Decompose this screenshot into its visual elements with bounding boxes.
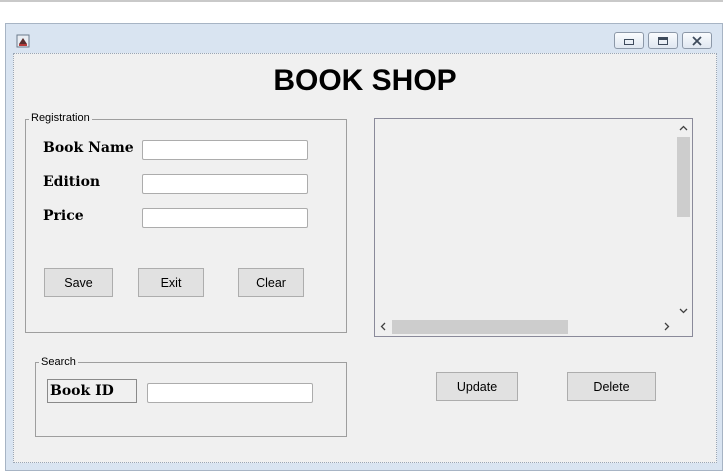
close-icon: [692, 35, 702, 46]
chevron-left-icon[interactable]: [376, 319, 390, 334]
close-button[interactable]: [682, 32, 712, 49]
chevron-up-icon[interactable]: [675, 121, 691, 135]
save-button[interactable]: Save: [44, 268, 113, 297]
minimize-icon: [624, 39, 634, 45]
book-id-field[interactable]: [147, 383, 313, 403]
book-id-label: Book ID: [47, 379, 137, 403]
minimize-button[interactable]: [614, 32, 644, 49]
book-name-field[interactable]: [142, 140, 308, 160]
delete-button[interactable]: Delete: [567, 372, 656, 401]
registration-legend: Registration: [29, 112, 92, 125]
horizontal-scroll-thumb[interactable]: [392, 320, 568, 334]
scrollbar-corner: [675, 318, 691, 335]
maximize-icon: [658, 36, 668, 45]
edition-field[interactable]: [142, 174, 308, 194]
book-list-area[interactable]: [374, 118, 693, 337]
java-cup-icon: [15, 33, 31, 49]
update-button[interactable]: Update: [436, 372, 518, 401]
maximize-button[interactable]: [648, 32, 678, 49]
top-divider: [0, 0, 723, 2]
vertical-scroll-thumb[interactable]: [677, 137, 690, 217]
edition-label: Edition: [43, 174, 101, 190]
search-legend: Search: [39, 356, 78, 369]
chevron-right-icon[interactable]: [660, 319, 674, 334]
clear-button[interactable]: Clear: [238, 268, 304, 297]
page-title: BOOK SHOP: [273, 64, 457, 97]
exit-button[interactable]: Exit: [138, 268, 204, 297]
price-label: Price: [43, 208, 84, 224]
price-field[interactable]: [142, 208, 308, 228]
chevron-down-icon[interactable]: [675, 304, 691, 318]
book-name-label: Book Name: [43, 140, 134, 156]
